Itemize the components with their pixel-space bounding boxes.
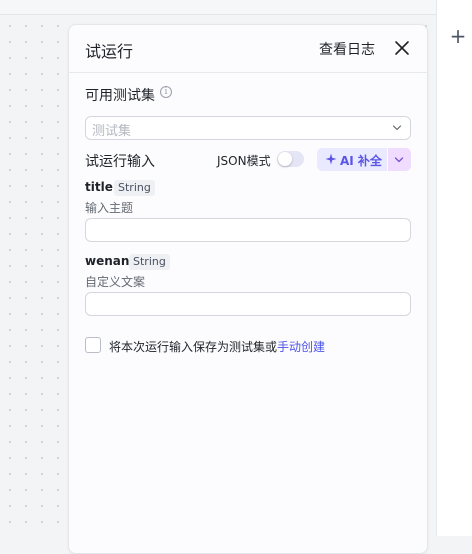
test-set-label: 可用测试集 — [85, 88, 155, 104]
json-mode-label: JSON模式 — [217, 154, 271, 168]
save-as-test-set-text: 将本次运行输入保存为测试集或手动创建 — [109, 338, 325, 355]
field-type-tag: String — [129, 254, 170, 270]
ai-fill-button[interactable]: AI 补全 — [317, 148, 387, 171]
panel-title: 试运行 — [85, 42, 134, 61]
close-icon[interactable] — [393, 39, 411, 57]
right-rail: + — [436, 0, 472, 536]
field-type-tag: String — [114, 180, 155, 196]
save-as-test-set-checkbox[interactable] — [85, 337, 101, 353]
run-input-label: 试运行输入 — [85, 154, 155, 170]
wenan-input[interactable] — [85, 292, 411, 316]
field-name-title: title — [85, 180, 113, 194]
field-description: 自定义文案 — [85, 275, 146, 289]
toggle-knob — [278, 152, 292, 166]
save-text-label: 将本次运行输入保存为测试集或 — [109, 340, 278, 354]
chevron-down-icon — [394, 157, 404, 163]
canvas-top-strip — [0, 0, 436, 15]
test-set-select[interactable]: 测试集 — [85, 116, 411, 140]
plus-icon[interactable]: + — [448, 26, 468, 46]
test-set-placeholder: 测试集 — [92, 124, 132, 139]
json-mode-toggle[interactable] — [277, 151, 304, 167]
sparkle-icon — [325, 153, 337, 165]
ai-fill-dropdown[interactable] — [388, 148, 411, 171]
ai-fill-label: AI 补全 — [340, 154, 382, 168]
field-name-wenan: wenan — [85, 254, 130, 268]
info-icon[interactable]: i — [160, 86, 172, 98]
chevron-down-icon — [392, 125, 402, 131]
field-description: 输入主题 — [85, 201, 134, 215]
test-run-panel: 试运行 查看日志 可用测试集 i 测试集 试运行输入 JSON模式 AI 补全 … — [68, 24, 428, 554]
panel-header: 试运行 查看日志 — [69, 25, 427, 73]
manual-create-link[interactable]: 手动创建 — [277, 340, 325, 354]
view-log-button[interactable]: 查看日志 — [319, 39, 375, 59]
title-input[interactable] — [85, 218, 411, 242]
